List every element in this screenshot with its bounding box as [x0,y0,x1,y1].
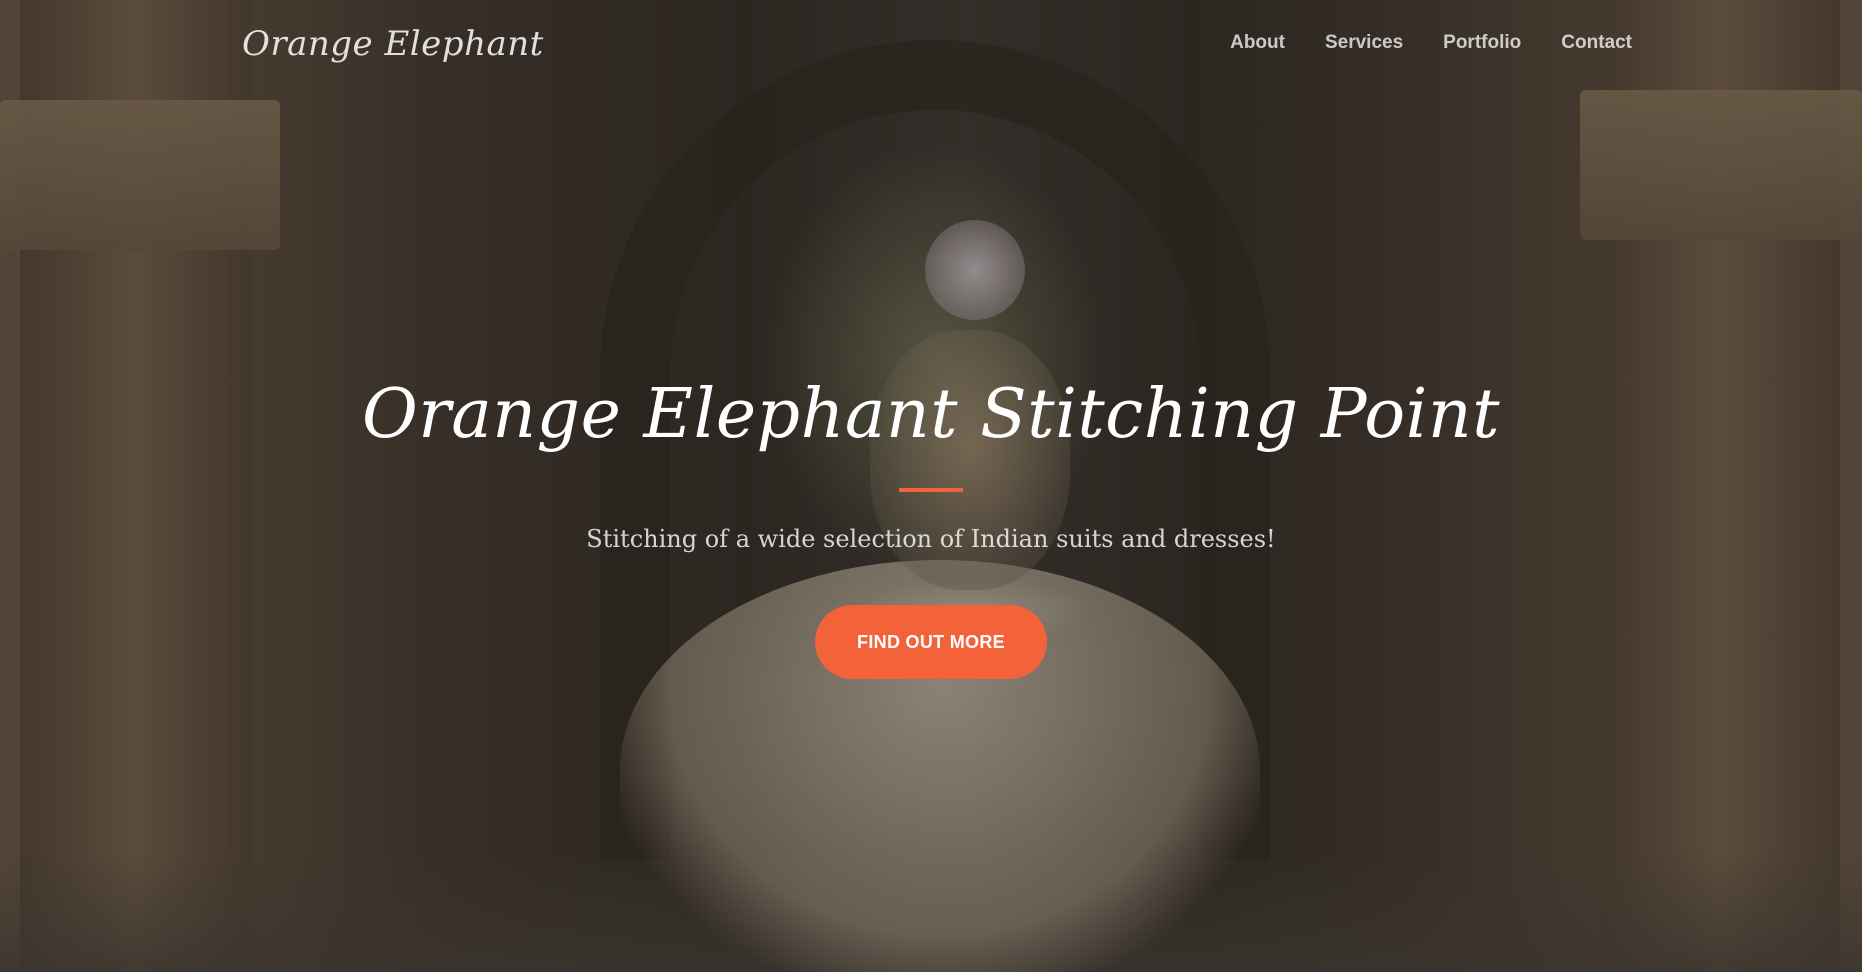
nav-item-services: Services [1325,32,1403,54]
hero-section: Orange Elephant About Services Portfolio… [0,0,1862,972]
nav-link-services[interactable]: Services [1325,32,1403,53]
brand-logo[interactable]: Orange Elephant [242,24,544,64]
nav-link-portfolio[interactable]: Portfolio [1443,32,1521,53]
hero-subtitle: Stitching of a wide selection of Indian … [586,525,1276,553]
nav-item-portfolio: Portfolio [1443,32,1521,54]
nav-links: About Services Portfolio Contact [1230,32,1632,54]
nav-item-about: About [1230,32,1285,54]
find-out-more-button[interactable]: FIND OUT MORE [815,605,1047,679]
navbar: Orange Elephant About Services Portfolio… [0,0,1862,90]
nav-link-contact[interactable]: Contact [1561,32,1632,53]
nav-item-contact: Contact [1561,32,1632,54]
title-divider [899,488,963,492]
hero-content: Orange Elephant Stitching Point Stitchin… [0,370,1862,679]
nav-link-about[interactable]: About [1230,32,1285,53]
hero-title: Orange Elephant Stitching Point [361,375,1501,454]
